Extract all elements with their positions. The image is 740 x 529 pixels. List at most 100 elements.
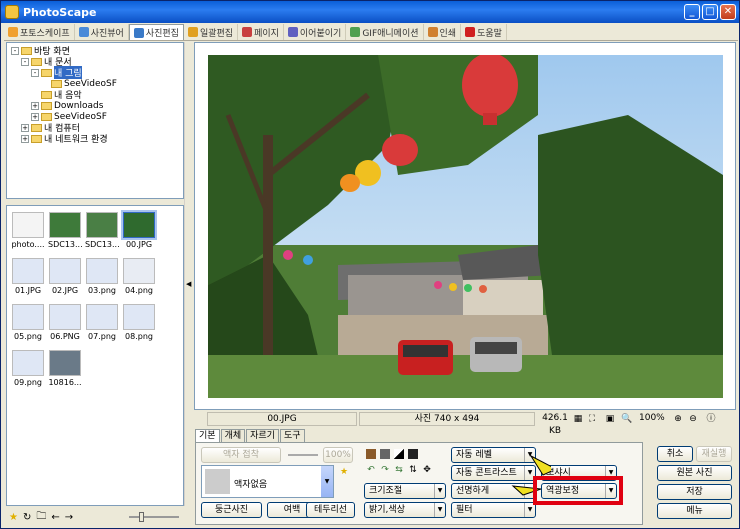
expand-icon[interactable]: + <box>31 101 39 110</box>
thumbnail-item[interactable]: 05.png <box>11 302 45 344</box>
bw-icon[interactable] <box>394 449 404 459</box>
thumbnail-item[interactable]: 03.png <box>85 256 119 298</box>
panel-tab[interactable]: 개체 <box>220 429 246 443</box>
thumbnail-item[interactable]: 00.JPG <box>121 210 157 252</box>
zoom-in-icon[interactable]: ⊕ <box>673 414 683 424</box>
decoration-button[interactable]: 테두리선 <box>306 502 355 518</box>
chevron-down-icon[interactable]: ▼ <box>321 466 333 497</box>
tab-batch[interactable]: 일괄편집 <box>184 24 239 40</box>
app-window: PhotoScape _ □ ✕ 포토스케이프 사진뷰어 사진편집 일괄편집 페이지 이어… <box>0 0 740 529</box>
thumbnail-item[interactable]: photo.... <box>11 210 45 252</box>
panel-tab[interactable]: 자르기 <box>246 429 279 443</box>
back-icon[interactable]: ← <box>51 512 59 523</box>
chevron-down-icon[interactable]: ▼ <box>434 503 445 517</box>
expand-icon[interactable]: + <box>21 134 29 143</box>
collapse-icon[interactable]: - <box>31 68 39 77</box>
collapse-arrow-icon[interactable]: ◀ <box>186 280 191 288</box>
tab-photoscape[interactable]: 포토스케이프 <box>4 24 75 40</box>
rotate-right-icon[interactable]: ↷ <box>380 465 390 475</box>
tab-editor[interactable]: 사진편집 <box>128 24 184 40</box>
tab-gif[interactable]: GIF애니메이션 <box>346 24 424 40</box>
original-photo-button[interactable]: 원본 사진 <box>657 465 732 481</box>
thumbnail-item[interactable]: 08.png <box>122 302 156 344</box>
folder-icon[interactable]: 🗀 <box>36 509 46 526</box>
thumbnail-item[interactable]: 07.png <box>85 302 119 344</box>
thumbnail-item[interactable]: 09.png <box>11 348 45 390</box>
forward-icon[interactable]: → <box>65 512 73 523</box>
fit-icon[interactable]: ⛶ <box>587 414 597 424</box>
tree-item[interactable]: -내 그림 <box>31 66 82 79</box>
image-viewer[interactable] <box>194 42 736 410</box>
thumbnail-size-slider[interactable] <box>129 512 179 522</box>
minimize-button[interactable]: _ <box>684 4 700 20</box>
thumbnail-label: 05.png <box>14 332 42 341</box>
tree-item[interactable]: + 내 네트워크 환경 <box>21 133 108 145</box>
filter-button[interactable]: 필터 ▼ <box>451 502 536 518</box>
chevron-down-icon[interactable]: ▼ <box>434 484 445 498</box>
gradient-brown-icon[interactable] <box>366 449 376 459</box>
flip-icon[interactable]: ⇆ <box>394 465 404 475</box>
zoom-search-icon[interactable]: 🔍 <box>621 414 632 424</box>
undo-button[interactable]: 취소 <box>657 446 693 462</box>
menu-button[interactable]: 메뉴 <box>657 503 732 519</box>
star-icon[interactable]: ★ <box>339 467 349 477</box>
folder-tree[interactable]: - 바탕 화면 - 내 문서 - 내 그림 SeeVideoSF 내 음악 + Downloads… <box>6 42 184 199</box>
collapse-icon[interactable]: - <box>21 57 29 66</box>
save-button[interactable]: 저장 <box>657 484 732 500</box>
favorite-icon[interactable]: ★ <box>9 512 18 523</box>
round-photo-button[interactable]: 둥근사진 <box>201 502 262 518</box>
thumbnail-item[interactable]: 02.JPG <box>48 256 82 298</box>
thumbnail-item[interactable]: 01.JPG <box>11 256 45 298</box>
thumbnail-label: 07.png <box>88 332 116 341</box>
thumbnail-item[interactable]: 10816... <box>48 348 82 390</box>
tab-combine[interactable]: 이어붙이기 <box>284 24 347 40</box>
frame-select[interactable]: 액자없음 ▼ <box>201 465 334 498</box>
frame-join-button[interactable]: 액자 접착 <box>201 447 281 463</box>
thumbnail-item[interactable]: SDC13... <box>48 210 83 252</box>
collapse-icon[interactable]: - <box>11 46 19 55</box>
frame-zoom-value: 100% <box>323 447 353 463</box>
thumbnail-list[interactable]: photo.... SDC13... SDC13... 00.JPG 01.JPG 02.… <box>6 205 184 506</box>
expand-icon[interactable]: + <box>21 123 29 132</box>
tab-page[interactable]: 페이지 <box>238 24 284 40</box>
expand-icon[interactable]: + <box>31 112 39 121</box>
thumbnail-label: SDC13... <box>85 240 120 249</box>
chevron-down-icon[interactable]: ▼ <box>524 503 535 517</box>
maximize-button[interactable]: □ <box>702 4 718 20</box>
invert-icon[interactable] <box>408 449 418 459</box>
info-icon[interactable]: ⓘ <box>706 414 716 424</box>
folder-icon <box>31 134 42 143</box>
checker-icon[interactable]: ▦ <box>573 414 583 424</box>
slider-knob[interactable] <box>139 512 144 522</box>
thumbnail-item[interactable]: SDC13... <box>85 210 120 252</box>
thumbnail-item[interactable]: 04.png <box>122 256 156 298</box>
tree-item[interactable]: + Downloads <box>31 100 103 111</box>
tab-help[interactable]: 도움말 <box>461 24 507 40</box>
gradient-gray-icon[interactable] <box>380 449 390 459</box>
panel-tab[interactable]: 기본 <box>195 429 220 443</box>
status-filesize: 426.1 KB <box>542 413 568 436</box>
panel-splitter[interactable]: ◀ <box>184 42 192 506</box>
auto-level-label: 자동 레벨 <box>456 450 492 460</box>
tab-print[interactable]: 인쇄 <box>424 24 462 40</box>
print-icon <box>427 27 438 37</box>
refresh-icon[interactable]: ↻ <box>23 512 31 523</box>
resize-button[interactable]: 크기조절 ▼ <box>364 483 446 499</box>
zoom-out-icon[interactable]: ⊖ <box>688 414 698 424</box>
flip-vertical-icon[interactable]: ⇅ <box>408 465 418 475</box>
frame-zoom-slider[interactable] <box>288 454 318 456</box>
thumbnail-item[interactable]: 06.PNG <box>48 302 82 344</box>
tree-item[interactable]: 내 음악 <box>31 89 82 101</box>
auto-contrast-label: 자동 콘트라스트 <box>456 468 517 478</box>
brightness-button[interactable]: 밝기,색상 ▼ <box>364 502 446 518</box>
tab-label: 인쇄 <box>439 28 457 39</box>
app-icon <box>5 5 19 19</box>
redeye-icon[interactable]: ✥ <box>422 465 432 475</box>
actual-size-icon[interactable]: ▣ <box>605 414 615 424</box>
panel-tab[interactable]: 도구 <box>279 429 305 443</box>
edited-photo <box>208 55 723 398</box>
close-button[interactable]: ✕ <box>720 4 736 20</box>
rotate-left-icon[interactable]: ↶ <box>366 465 376 475</box>
tab-viewer[interactable]: 사진뷰어 <box>75 24 129 40</box>
redo-button[interactable]: 재실행 <box>696 446 732 462</box>
